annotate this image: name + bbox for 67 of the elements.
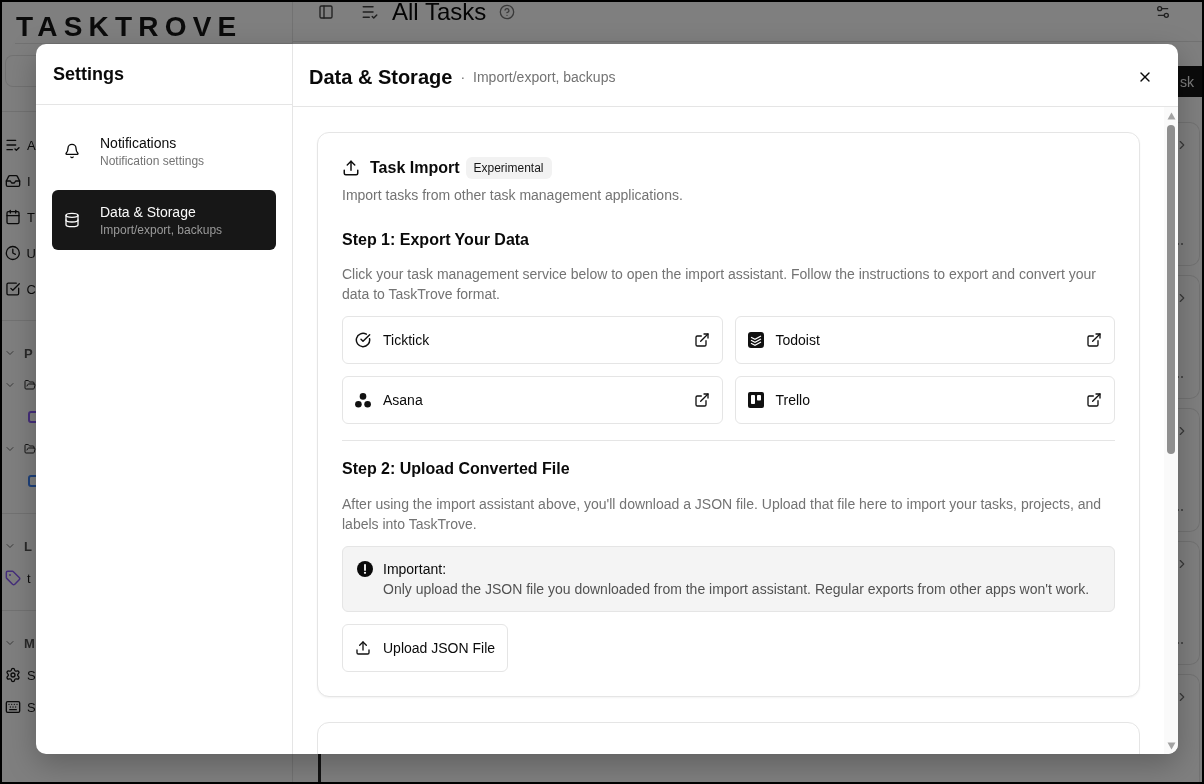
nav-item[interactable]: T [2,202,36,232]
notice-text: Only upload the JSON file you downloaded from the import assistant. Regular exports from other apps won't work. [383,580,1090,599]
folder-icon [24,379,36,391]
scroll-up-arrow-icon[interactable] [1166,112,1176,120]
nav-item[interactable]: U [2,238,36,268]
page-subtitle: Import/export, backups [473,68,616,87]
list-check-icon [361,3,379,21]
check-circle-icon [355,332,371,348]
nav-item[interactable]: I [2,166,36,196]
action-button[interactable]: sk [1178,66,1202,97]
external-link-icon [1086,392,1102,408]
setting-description: Notification settings [100,153,205,169]
gear-icon [5,667,21,683]
step-description: After using the import assistant above, you'll download a JSON file. Upload that file here to import your tasks, projects, and labels into TaskTrove. [342,495,1103,534]
nav-item[interactable]: t [2,562,36,594]
setting-title: Notifications [100,134,178,153]
inbox-icon [5,173,21,189]
alert-icon [357,561,373,577]
checkbox-icon [5,281,21,297]
app-logo: TASKTROVE [16,11,243,43]
folder-icon [24,443,36,455]
external-link-icon [693,392,710,408]
service-button[interactable]: Ticktick [342,316,723,364]
step-title: Step 2: Upload Converted File [342,459,571,479]
status-badge: Experimental [465,157,552,179]
step-description: Click your task management service below to open the import assistant. Follow the instructions to export and convert your data to TaskTrove format. [342,265,1098,304]
section-title: Task Import [370,158,460,178]
upload-icon [342,159,360,177]
section-header[interactable]: M [2,627,36,659]
service-button[interactable]: Asana [342,376,723,424]
scroll-down-arrow-icon[interactable] [1166,742,1176,750]
stacked-lines-logo-icon [747,332,764,348]
dialog-title: Settings [53,63,124,86]
section-description: Import tasks from other task management applications. [342,186,684,205]
title-separator: · [460,68,466,87]
external-link-icon [1086,332,1102,348]
page-title: Data & Storage [309,65,453,90]
sliders-icon[interactable] [1155,4,1171,20]
nav-item[interactable]: S [2,659,36,691]
bell-icon [64,143,80,159]
service-button[interactable]: Trello [734,376,1115,424]
board-logo-icon [747,392,764,408]
help-icon[interactable] [499,4,516,20]
list-check-icon [5,137,21,153]
nav-item[interactable]: S [2,691,36,723]
notice-title: Important: [383,560,448,579]
external-link-icon [693,332,710,348]
step-title: Step 1: Export Your Data [342,230,530,250]
nav-item[interactable]: A [2,130,36,160]
scrollbar-thumb[interactable] [1167,125,1175,454]
nav-item[interactable]: C [2,274,36,304]
settings-nav-item[interactable]: Data & Storage Import/export, backups [52,190,276,250]
panel-icon[interactable] [318,4,334,20]
service-button[interactable]: Todoist [734,316,1115,364]
upload-button[interactable]: Upload JSON File [342,624,509,672]
three-dots-logo-icon [355,392,371,408]
calendar-icon [5,209,21,225]
section-header[interactable]: P [2,337,36,369]
settings-nav-item[interactable]: Notifications Notification settings [52,121,276,181]
setting-description: Import/export, backups [100,222,223,238]
setting-title: Data & Storage [100,203,197,222]
database-icon [64,212,80,228]
view-title: All Tasks [392,2,487,22]
upload-icon [355,640,371,656]
keyboard-icon [5,699,21,715]
section-header[interactable]: L [2,530,36,562]
clock-icon [5,245,21,261]
